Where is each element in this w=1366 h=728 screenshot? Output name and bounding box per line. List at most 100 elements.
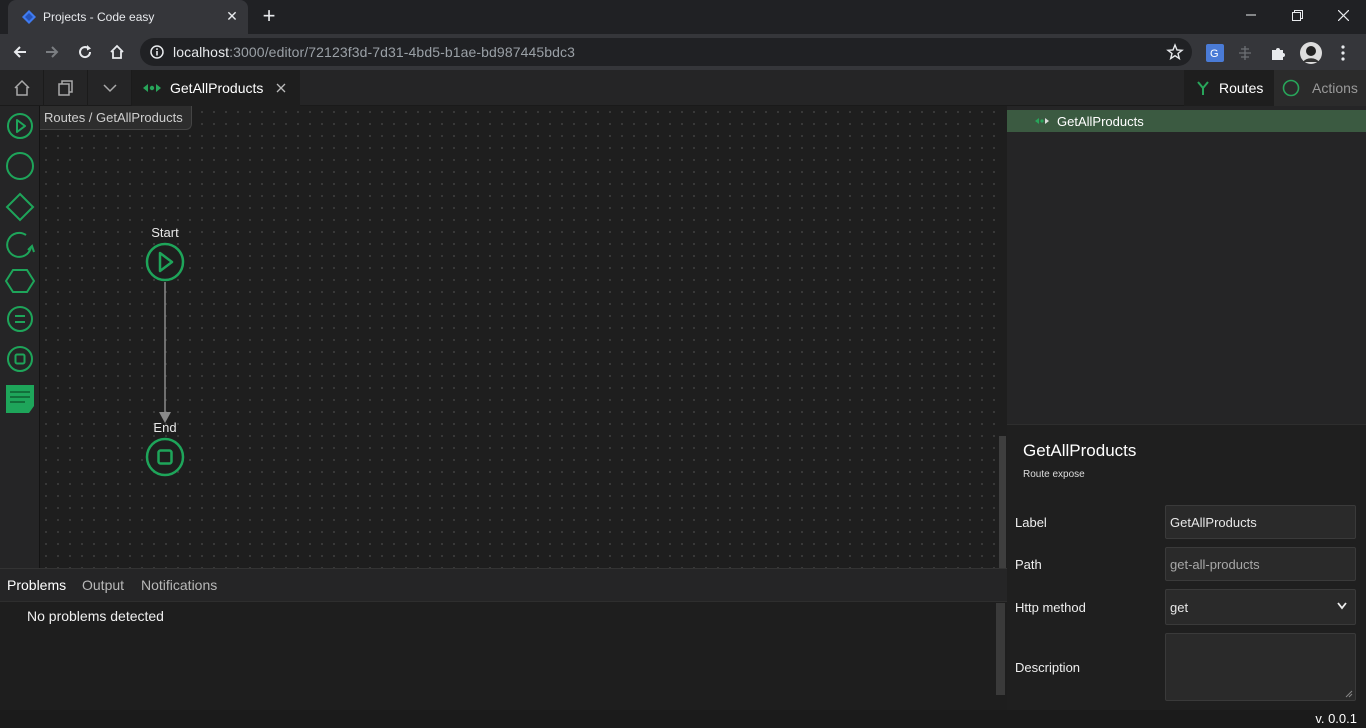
- close-icon[interactable]: [274, 81, 288, 95]
- home-icon: [110, 44, 124, 59]
- code-easy-favicon-icon: [22, 10, 36, 24]
- flow-canvas[interactable]: Routes / GetAllProducts Start End: [40, 106, 998, 568]
- home-icon: [13, 79, 30, 96]
- label-input[interactable]: GetAllProducts: [1165, 505, 1356, 539]
- start-node[interactable]: [145, 242, 185, 282]
- editor-tab-label: GetAllProducts: [170, 80, 264, 96]
- tree-item-getallproducts[interactable]: GetAllProducts: [1007, 110, 1366, 132]
- http-method-value: get: [1170, 599, 1189, 615]
- assign-tool[interactable]: [4, 303, 35, 334]
- start-node-label: Start: [151, 225, 179, 240]
- svg-text:G: G: [1210, 48, 1219, 60]
- address-bar[interactable]: localhost:3000/editor/72123f3d-7d31-4bd5…: [140, 38, 1192, 66]
- flow-connector[interactable]: [155, 282, 175, 424]
- properties-panel: GetAllProducts Route expose Label GetAll…: [1007, 424, 1366, 710]
- tool-palette: [0, 106, 40, 568]
- route-icon: [1035, 118, 1049, 124]
- version-label: v. 0.0.1: [1315, 711, 1357, 726]
- home-button[interactable]: [105, 40, 129, 64]
- label-field-label: Label: [1015, 515, 1047, 530]
- back-button[interactable]: [8, 40, 32, 64]
- new-tab-button[interactable]: +: [258, 5, 280, 28]
- end-icon: [6, 345, 33, 372]
- tab-problems[interactable]: Problems: [7, 577, 66, 593]
- profile-avatar[interactable]: [1300, 42, 1322, 64]
- chevron-down-icon: [102, 84, 117, 93]
- circle-icon: [5, 151, 34, 180]
- route-icon: [143, 84, 161, 92]
- switch-tool[interactable]: [4, 265, 35, 296]
- comment-icon: [5, 384, 34, 413]
- end-tool[interactable]: [4, 343, 35, 374]
- loop-tool[interactable]: [4, 229, 35, 260]
- problems-message: No problems detected: [27, 608, 164, 624]
- arrow-left-icon: [13, 46, 26, 58]
- path-input[interactable]: get-all-products: [1165, 547, 1356, 581]
- assign-icon: [6, 305, 33, 332]
- close-tab-icon[interactable]: ✕: [224, 8, 240, 24]
- close-icon: [1337, 9, 1349, 21]
- chevron-down-icon: [1337, 602, 1347, 610]
- description-textarea[interactable]: [1165, 633, 1356, 701]
- app-header: GetAllProducts Routes Actions: [0, 70, 1366, 106]
- tree-item-label: GetAllProducts: [1057, 113, 1144, 129]
- minimize-icon: [1246, 14, 1256, 16]
- properties-subtitle: Route expose: [1023, 469, 1085, 480]
- bottom-tabs: Problems Output Notifications: [0, 569, 1007, 602]
- copy-button[interactable]: [44, 70, 88, 106]
- circle-tool[interactable]: [4, 150, 35, 181]
- close-window-button[interactable]: [1320, 0, 1366, 30]
- tabs-dropdown-button[interactable]: [88, 70, 132, 106]
- comment-tool[interactable]: [4, 383, 35, 414]
- reload-icon: [79, 45, 92, 59]
- extension-icon[interactable]: [1234, 42, 1256, 64]
- tab-output[interactable]: Output: [82, 577, 124, 593]
- tab-notifications[interactable]: Notifications: [141, 577, 217, 593]
- if-tool[interactable]: [4, 191, 35, 222]
- restore-button[interactable]: [1274, 0, 1320, 30]
- translate-extension-icon[interactable]: G: [1204, 42, 1226, 64]
- copy-icon: [57, 80, 73, 96]
- start-tool[interactable]: [4, 110, 35, 141]
- minimize-button[interactable]: [1228, 0, 1274, 30]
- loop-icon: [5, 231, 35, 258]
- arrow-right-icon: [46, 46, 59, 58]
- puzzle-icon[interactable]: [1267, 42, 1289, 64]
- editor-tab-getallproducts[interactable]: GetAllProducts: [132, 70, 300, 106]
- start-icon: [6, 112, 33, 139]
- scrollbar-thumb[interactable]: [999, 436, 1006, 568]
- browser-toolbar: localhost:3000/editor/72123f3d-7d31-4bd5…: [0, 34, 1366, 70]
- http-method-select[interactable]: get: [1165, 589, 1356, 625]
- restore-icon: [1291, 9, 1303, 21]
- canvas-scrollbar[interactable]: [998, 106, 1007, 568]
- info-icon[interactable]: [150, 45, 164, 59]
- bottom-panel: Problems Output Notifications No problem…: [0, 568, 1007, 710]
- status-bar: v. 0.0.1: [0, 710, 1366, 728]
- properties-title: GetAllProducts: [1023, 441, 1137, 460]
- bookmark-star-icon[interactable]: [1166, 43, 1184, 61]
- reload-button[interactable]: [73, 40, 97, 64]
- tab-routes-label: Routes: [1219, 80, 1264, 96]
- actions-icon: [1282, 79, 1300, 97]
- resize-handle-icon[interactable]: [1345, 690, 1353, 698]
- diamond-icon: [5, 192, 34, 221]
- url-text[interactable]: localhost:3000/editor/72123f3d-7d31-4bd5…: [173, 44, 575, 60]
- bottom-scrollbar[interactable]: [996, 603, 1005, 695]
- tab-routes[interactable]: Routes: [1184, 70, 1274, 106]
- path-field-label: Path: [1015, 557, 1042, 572]
- home-nav-button[interactable]: [0, 70, 44, 106]
- tab-actions[interactable]: Actions: [1274, 70, 1366, 106]
- end-node-label: End: [153, 420, 177, 435]
- browser-tabstrip: Projects - Code easy ✕ +: [0, 0, 1366, 34]
- description-label: Description: [1015, 660, 1081, 675]
- tab-actions-label: Actions: [1312, 80, 1358, 96]
- browser-tab-title: Projects - Code easy: [43, 10, 155, 24]
- forward-button[interactable]: [40, 40, 64, 64]
- end-node[interactable]: [145, 437, 185, 477]
- browser-menu-icon[interactable]: [1332, 42, 1354, 64]
- breadcrumb: Routes / GetAllProducts: [40, 106, 192, 130]
- routes-panel: GetAllProducts GetAllProducts Route expo…: [1007, 106, 1366, 710]
- routes-icon: [1197, 81, 1209, 95]
- http-method-label: Http method: [1015, 600, 1086, 615]
- browser-tab[interactable]: Projects - Code easy ✕: [8, 0, 248, 34]
